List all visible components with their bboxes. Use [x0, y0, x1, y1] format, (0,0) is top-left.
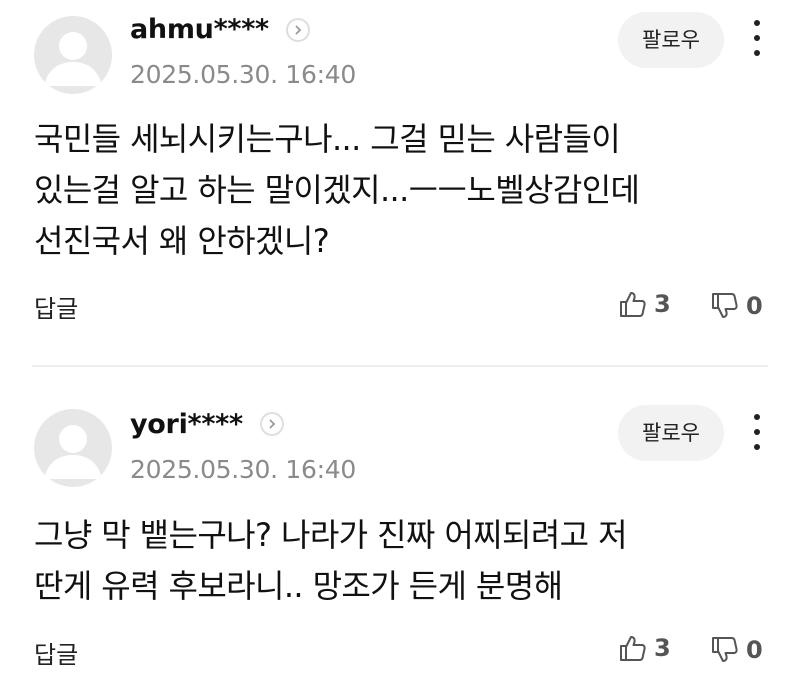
more-options-icon[interactable]: [744, 410, 770, 454]
comment-body-line: 국민들 세뇌시키는구나... 그걸 믿는 사람들이: [34, 120, 621, 158]
thumbs-down-icon: [712, 637, 738, 662]
thumbs-up-icon: [620, 636, 646, 661]
comment-body-line: 딴게 유력 후보라니.. 망조가 든게 분명해: [34, 567, 563, 605]
follow-button[interactable]: 팔로우: [618, 12, 724, 68]
thumbs-up-icon: [620, 292, 646, 317]
like-button[interactable]: 3: [618, 287, 671, 321]
more-options-icon[interactable]: [744, 16, 770, 60]
comment-body: 국민들 세뇌시키는구나... 그걸 믿는 사람들이 있는걸 알고 하는 말이겠지…: [34, 114, 754, 267]
user-avatar-icon: [44, 32, 102, 86]
thumbs-down-icon: [712, 293, 738, 318]
comment-item: yori**** 2025.05.30. 16:40 팔로우 그냥 막 뱉는구나…: [0, 367, 800, 685]
avatar[interactable]: [34, 16, 112, 94]
comment-body-line: 선진국서 왜 안하겠니?: [34, 222, 330, 260]
like-count: 3: [654, 634, 671, 662]
comment-date: 2025.05.30. 16:40: [130, 60, 356, 89]
like-button[interactable]: 3: [618, 631, 671, 665]
dislike-count: 0: [746, 636, 763, 664]
user-avatar-icon: [44, 425, 102, 479]
comment-body: 그냥 막 뱉는구나? 나라가 진짜 어찌되려고 저 딴게 유력 후보라니.. 망…: [34, 510, 754, 612]
comment-date: 2025.05.30. 16:40: [130, 455, 356, 484]
comment-item: ahmu**** 2025.05.30. 16:40 팔로우 국민들 세뇌시키는…: [0, 0, 800, 365]
comment-username[interactable]: ahmu****: [130, 14, 269, 45]
comment-username[interactable]: yori****: [130, 409, 243, 440]
dislike-button[interactable]: 0: [710, 633, 763, 667]
comment-body-line: 있는걸 알고 하는 말이겠지...ㅡㅡ노벨상감인데: [34, 171, 640, 209]
reply-button[interactable]: 답글: [34, 289, 78, 324]
dislike-button[interactable]: 0: [710, 289, 763, 323]
comment-body-line: 그냥 막 뱉는구나? 나라가 진짜 어찌되려고 저: [34, 516, 628, 554]
dislike-count: 0: [746, 292, 763, 320]
chevron-right-icon[interactable]: [286, 18, 310, 42]
avatar[interactable]: [34, 409, 112, 487]
chevron-right-icon[interactable]: [260, 412, 284, 436]
like-count: 3: [654, 290, 671, 318]
follow-button[interactable]: 팔로우: [618, 405, 724, 461]
reply-button[interactable]: 답글: [34, 635, 78, 670]
